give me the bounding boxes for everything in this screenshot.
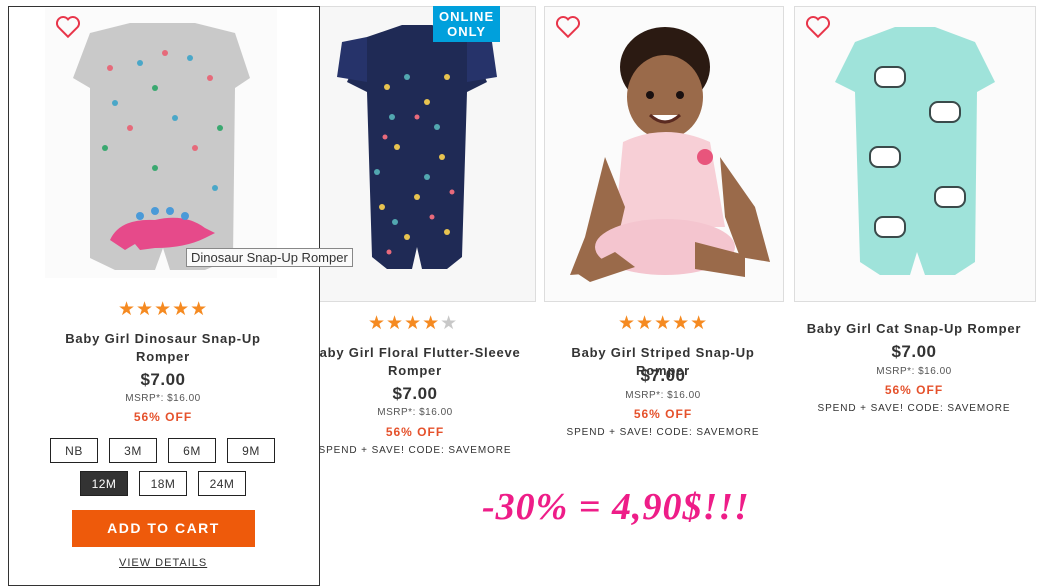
product-name-dinosaur[interactable]: Baby Girl Dinosaur Snap-Up Romper	[40, 330, 286, 366]
product-name-floral[interactable]: Baby Girl Floral Flutter-Sleeve Romper	[296, 344, 534, 380]
rating-stars-dinosaur: ★★★★★	[118, 299, 209, 320]
romper-dinosaur-image	[73, 23, 250, 270]
size-button-nb[interactable]: NB	[50, 438, 98, 463]
product-name-line1: Baby Girl Floral Flutter-Sleeve	[309, 345, 521, 360]
msrp-striped: MSRP*: $16.00	[625, 390, 701, 401]
product-name-line2: Romper	[136, 349, 190, 364]
baby-striped-romper-image	[570, 27, 770, 282]
discount-floral: 56% OFF	[385, 425, 445, 439]
heart-icon[interactable]	[55, 14, 81, 40]
msrp-dinosaur: MSRP*: $16.00	[125, 393, 201, 404]
size-button-9m[interactable]: 9M	[227, 438, 275, 463]
heart-icon[interactable]	[555, 14, 581, 40]
view-details-link[interactable]: VIEW DETAILS	[119, 557, 207, 569]
rating-stars-striped: ★★★★★	[618, 313, 709, 334]
rating-stars-floral: ★★★★★	[368, 313, 459, 334]
size-button-3m[interactable]: 3M	[109, 438, 157, 463]
price-floral: $7.00	[392, 384, 438, 403]
size-button-24m[interactable]: 24M	[198, 471, 246, 496]
product-image-dinosaur[interactable]	[45, 8, 277, 278]
promo-code-striped: SPEND + SAVE! CODE: SAVEMORE	[566, 427, 760, 438]
promo-code-floral: SPEND + SAVE! CODE: SAVEMORE	[318, 445, 512, 456]
product-name-line1: Baby Girl Dinosaur Snap-Up	[65, 331, 261, 346]
promo-code-cat: SPEND + SAVE! CODE: SAVEMORE	[817, 403, 1011, 414]
discount-dinosaur: 56% OFF	[133, 410, 193, 424]
add-to-cart-button[interactable]: ADD TO CART	[72, 510, 255, 547]
product-image-striped[interactable]	[544, 6, 784, 302]
price-striped: $7.00	[640, 366, 686, 385]
size-button-18m[interactable]: 18M	[139, 471, 187, 496]
price-dinosaur: $7.00	[140, 370, 186, 389]
msrp-cat: MSRP*: $16.00	[876, 366, 952, 377]
half-star-icon: ★	[440, 313, 459, 334]
product-name-cat[interactable]: Baby Girl Cat Snap-Up Romper	[794, 320, 1034, 338]
product-image-cat[interactable]	[794, 6, 1036, 302]
discount-annotation: -30% = 4,90$!!!	[482, 486, 750, 528]
heart-icon[interactable]	[805, 14, 831, 40]
discount-cat: 56% OFF	[884, 383, 944, 397]
product-name-line2: Romper	[388, 363, 442, 378]
size-button-6m[interactable]: 6M	[168, 438, 216, 463]
size-button-12m[interactable]: 12M	[80, 471, 128, 496]
romper-cat-image	[835, 27, 995, 275]
msrp-floral: MSRP*: $16.00	[377, 407, 453, 418]
online-only-badge: ONLINE ONLY	[433, 6, 501, 42]
product-name-tooltip: Dinosaur Snap-Up Romper	[186, 248, 353, 267]
price-cat: $7.00	[891, 342, 937, 361]
discount-striped: 56% OFF	[633, 407, 693, 421]
